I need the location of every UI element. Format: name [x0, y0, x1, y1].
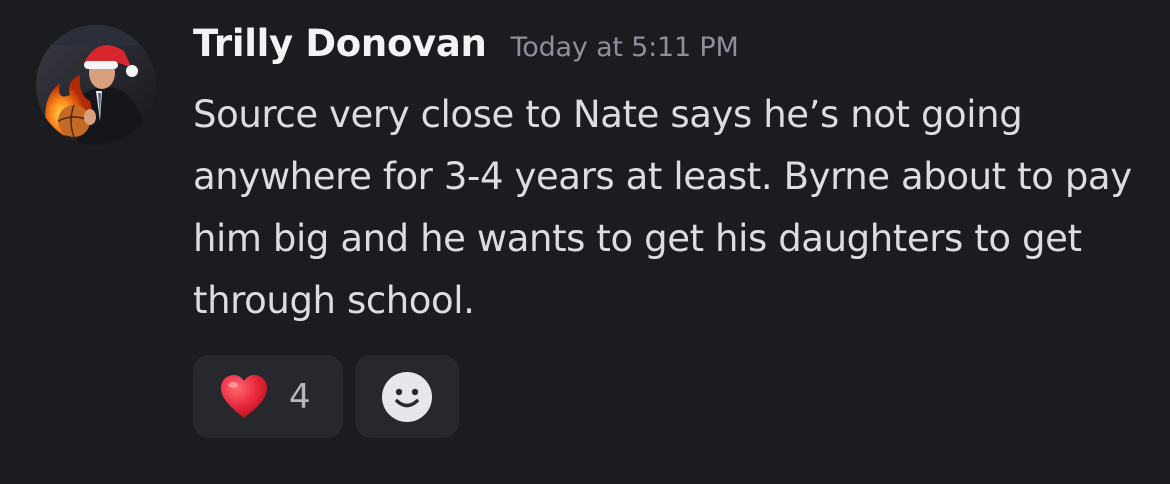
reactions-bar: 4	[193, 355, 459, 438]
reaction-heart[interactable]: 4	[193, 355, 343, 438]
heart-icon	[221, 374, 267, 418]
avatar-image	[36, 25, 156, 145]
message-header: Trilly Donovan Today at 5:11 PM	[193, 22, 739, 74]
user-avatar[interactable]	[36, 25, 156, 145]
timestamp: Today at 5:11 PM	[510, 32, 739, 63]
message-content: Source very close to Nate says he’s not …	[193, 93, 1132, 322]
chat-message: Trilly Donovan Today at 5:11 PM Source v…	[0, 0, 1170, 484]
add-reaction-button[interactable]	[355, 355, 459, 438]
reaction-count: 4	[289, 376, 311, 417]
smiley-icon	[382, 371, 432, 422]
username[interactable]: Trilly Donovan	[193, 22, 487, 65]
